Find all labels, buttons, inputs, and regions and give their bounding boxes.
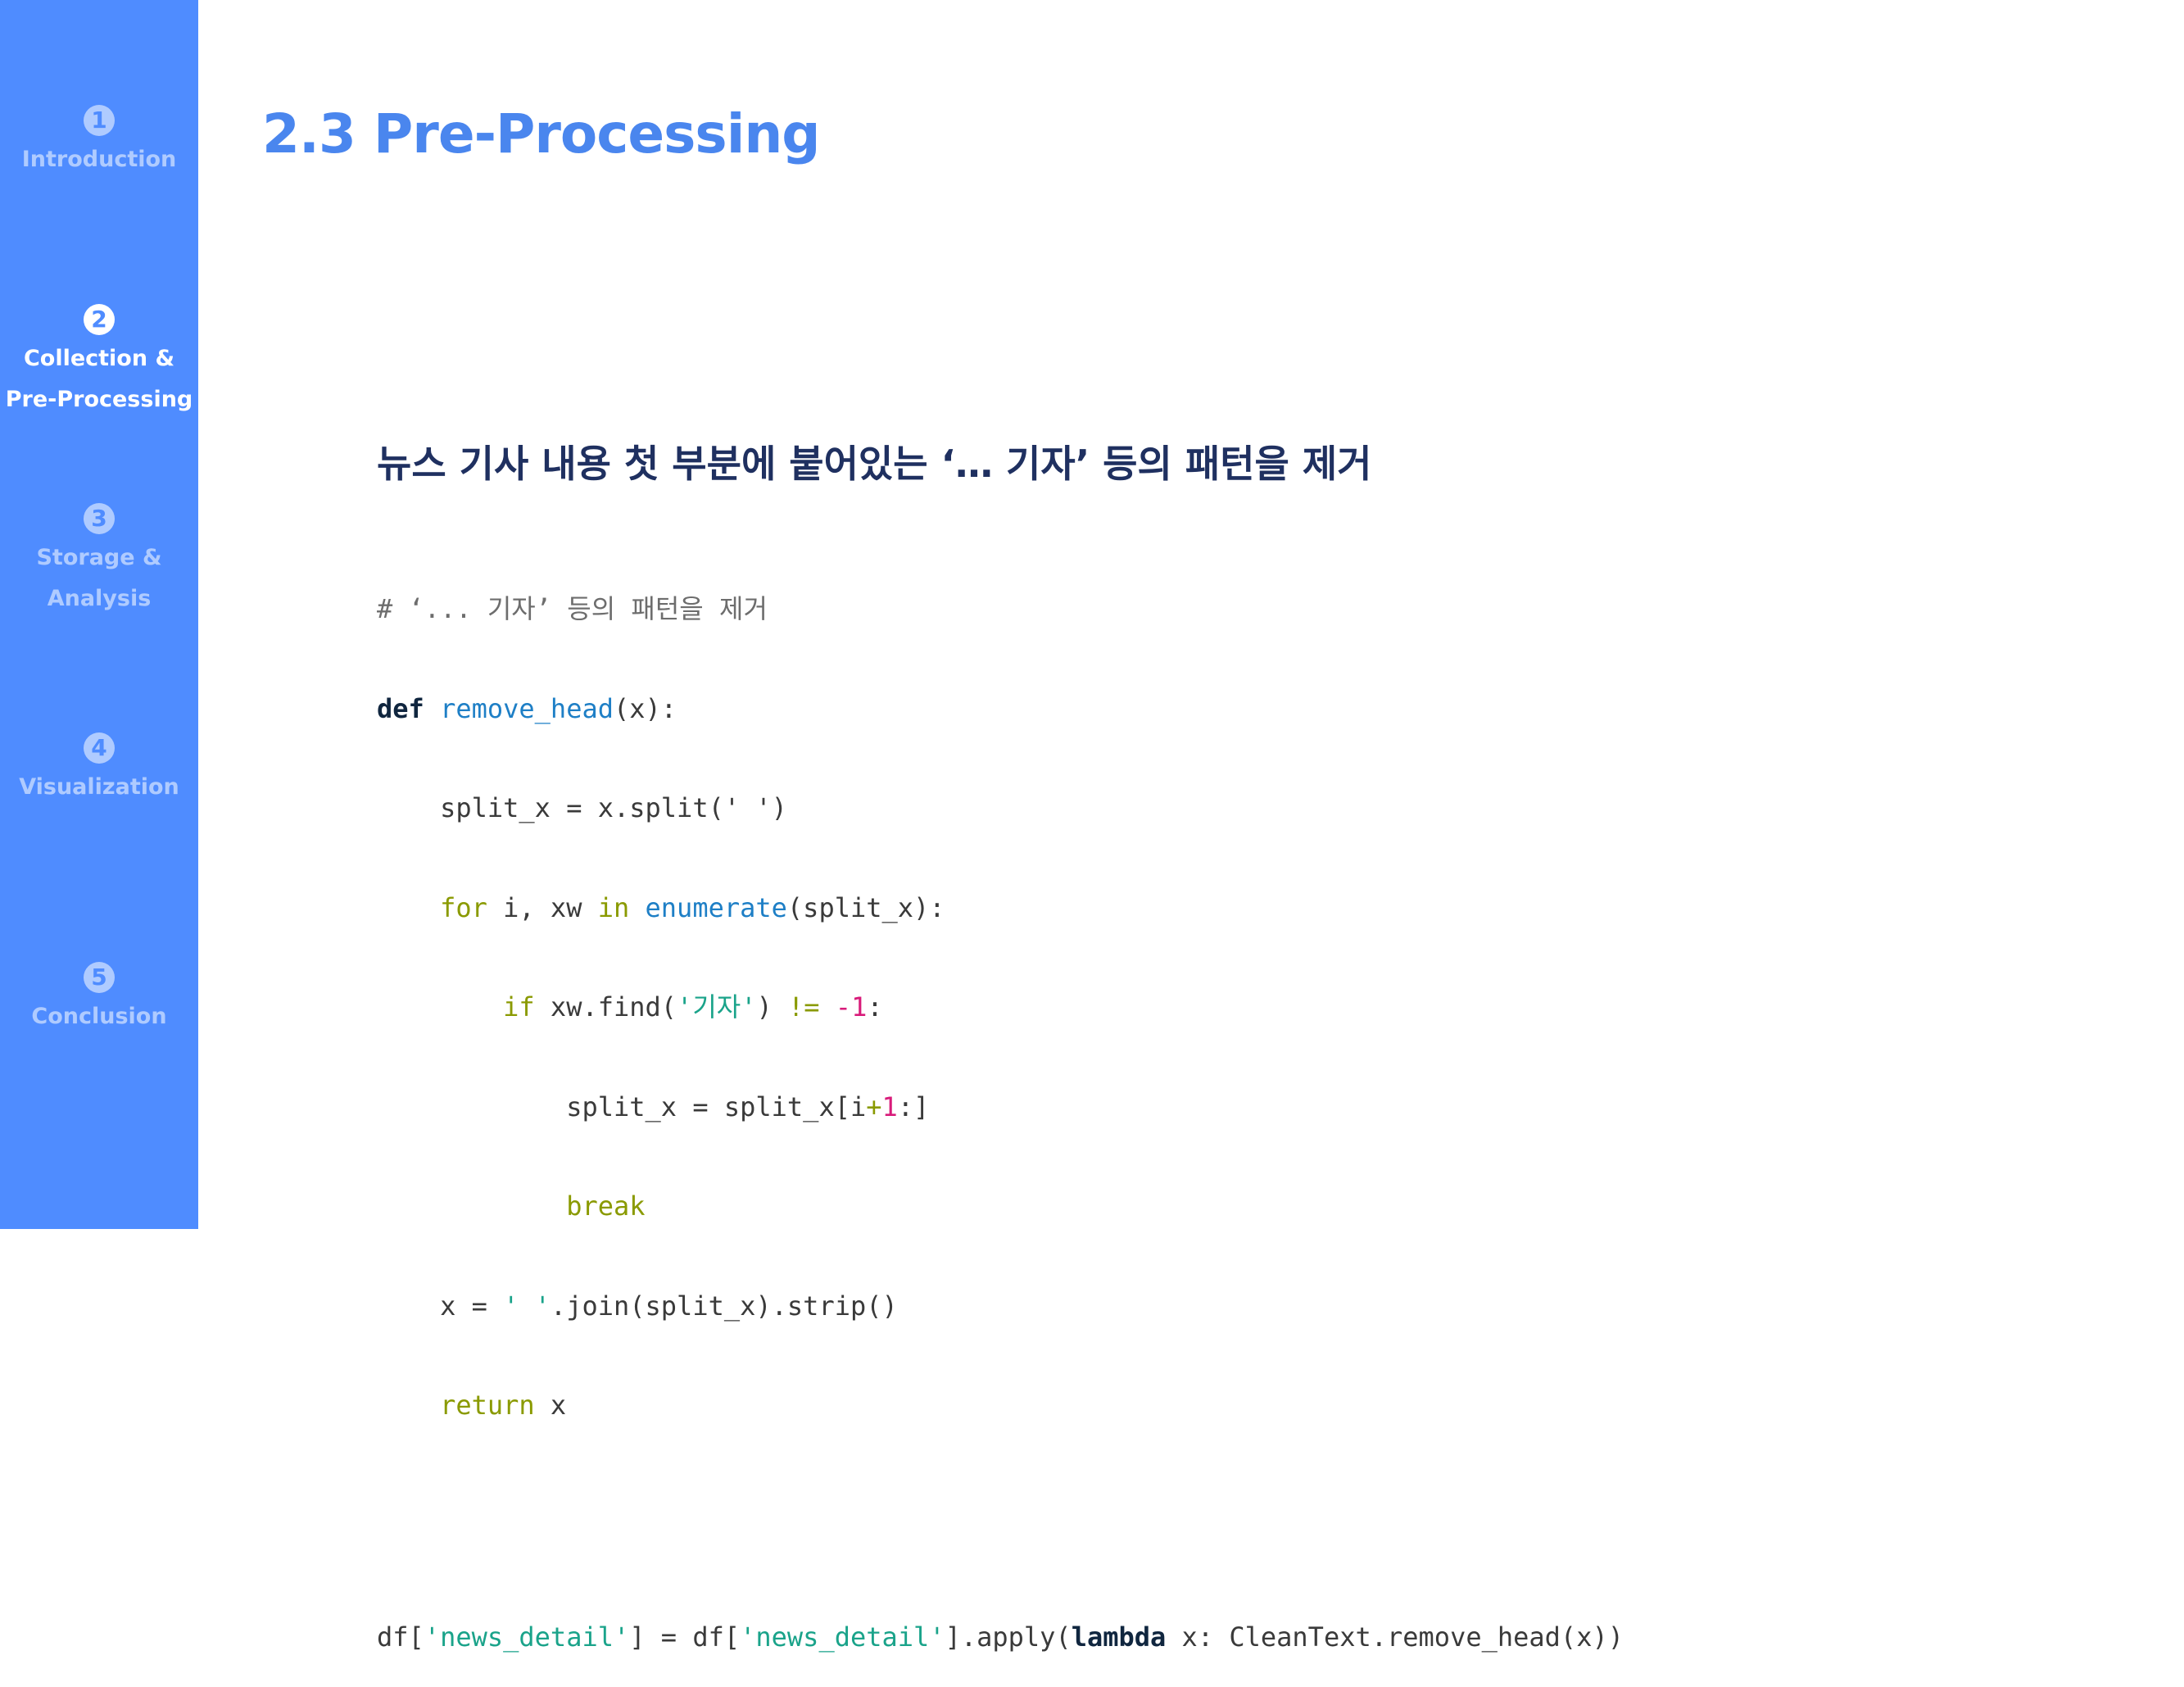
code-line-slice: split_x = split_x[i+1:]: [377, 1091, 1624, 1124]
step-2-icon: 2: [84, 304, 115, 335]
code-if-close: ): [756, 991, 788, 1023]
code-apply-a: df[: [377, 1621, 424, 1653]
code-if-keyword: if: [503, 991, 535, 1023]
code-line-def: def remove_head(x):: [377, 692, 1624, 726]
code-join-pre: x =: [440, 1290, 504, 1322]
section-heading: 뉴스 기사 내용 첫 부분에 붙어있는 ‘… 기자’ 등의 패턴을 제거: [377, 442, 1372, 486]
nav-label-visualization: Visualization: [19, 774, 179, 800]
nav-label-collection-line1: Collection &: [23, 346, 175, 371]
nav-item-storage-analysis[interactable]: 3 Storage & Analysis: [0, 503, 198, 619]
code-join-rest: .join(split_x).strip(): [550, 1290, 898, 1322]
code-for-args: (split_x):: [786, 891, 945, 923]
code-split-text: split_x = x.split(' '): [377, 792, 787, 823]
code-slice-plus: +: [866, 1091, 882, 1122]
nav-label-collection-line2: Pre-Processing: [5, 387, 193, 412]
step-3-icon: 3: [84, 503, 115, 534]
code-def-args: (x):: [613, 692, 677, 724]
nav-item-visualization[interactable]: 4 Visualization: [0, 732, 198, 808]
code-slice-pre: split_x = split_x[i: [566, 1091, 867, 1122]
nav-label-storage-line1: Storage &: [36, 545, 162, 570]
nav-label-conclusion: Conclusion: [31, 1004, 167, 1029]
code-comment: # ‘... 기자’ 등의 패턴을 제거: [377, 593, 768, 624]
nav-item-introduction[interactable]: 1 Introduction: [0, 105, 198, 180]
nav-label-storage-line2: Analysis: [47, 586, 152, 611]
code-slice-rest: :]: [897, 1091, 930, 1122]
code-line-comment: # ‘... 기자’ 등의 패턴을 제거: [377, 592, 1624, 626]
code-apply-d: x: CleanText.remove_head(x)): [1166, 1621, 1624, 1653]
code-line-apply: df['news_detail'] = df['news_detail'].ap…: [377, 1621, 1624, 1654]
code-for-vars: i, xw: [487, 891, 598, 923]
step-4-icon: 4: [84, 732, 115, 764]
step-1-icon: 1: [84, 105, 115, 136]
code-line-break: break: [377, 1190, 1624, 1223]
sidebar-nav: 1 Introduction 2 Collection & Pre-Proces…: [0, 0, 198, 1229]
code-enumerate: enumerate: [645, 891, 787, 923]
code-if-string: '기자': [677, 991, 757, 1023]
code-gap: [377, 1489, 1624, 1554]
code-line-for: for i, xw in enumerate(split_x):: [377, 891, 1624, 925]
code-return-value: x: [534, 1390, 567, 1421]
nav-item-collection-preprocessing[interactable]: 2 Collection & Pre-Processing: [0, 304, 198, 420]
code-apply-string1: 'news_detail': [424, 1621, 630, 1653]
code-line-split: split_x = x.split(' '): [377, 791, 1624, 825]
code-line-if: if xw.find('기자') != -1:: [377, 991, 1624, 1024]
code-line-return: return x: [377, 1389, 1624, 1422]
step-5-icon: 5: [84, 962, 115, 993]
code-def-keyword: def: [377, 692, 424, 724]
code-apply-string2: 'news_detail': [740, 1621, 945, 1653]
code-if-operator: !=: [788, 991, 820, 1023]
code-join-string: ' ': [503, 1290, 551, 1322]
code-if-space: [820, 991, 836, 1023]
code-break-keyword: break: [566, 1190, 646, 1222]
code-apply-b: ] = df[: [629, 1621, 741, 1653]
page-title: 2.3 Pre-Processing: [262, 102, 821, 166]
code-if-colon: :: [867, 991, 883, 1023]
code-line-join: x = ' '.join(split_x).strip(): [377, 1290, 1624, 1323]
code-function-name: remove_head: [440, 692, 614, 724]
nav-label-introduction: Introduction: [21, 147, 177, 172]
code-block: # ‘... 기자’ 등의 패턴을 제거 def remove_head(x):…: [377, 526, 1624, 1687]
code-slice-one: 1: [881, 1091, 898, 1122]
code-return-keyword: return: [440, 1390, 535, 1421]
code-for-keyword: for: [440, 891, 487, 923]
code-if-number: -1: [835, 991, 868, 1023]
code-apply-c: ].apply(: [945, 1621, 1072, 1653]
nav-item-conclusion[interactable]: 5 Conclusion: [0, 962, 198, 1037]
code-in-keyword: in: [597, 891, 630, 923]
code-lambda-keyword: lambda: [1071, 1621, 1167, 1653]
code-if-call: xw.find(: [534, 991, 677, 1023]
